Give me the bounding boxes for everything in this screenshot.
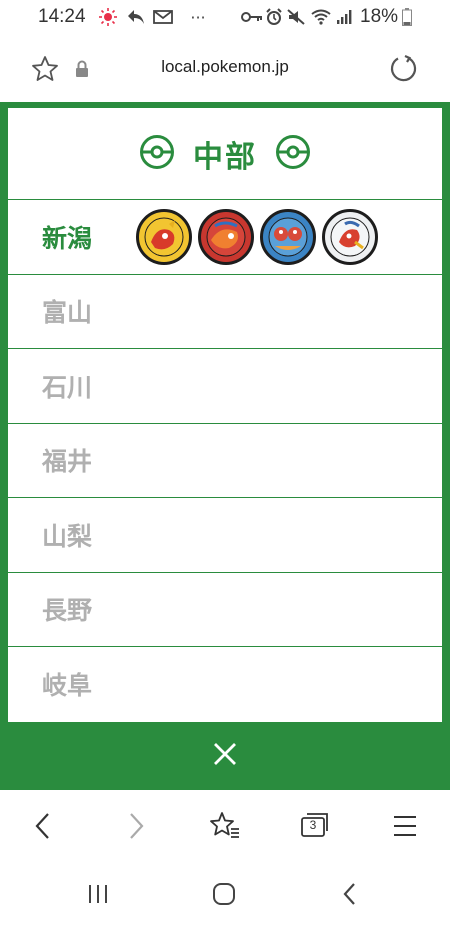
forward-button[interactable] <box>118 808 154 844</box>
prefecture-row-gifu[interactable]: 岐阜 <box>8 647 442 722</box>
notification-sun-icon <box>98 8 118 26</box>
recent-apps-button[interactable] <box>80 876 116 912</box>
prefecture-row-niigata[interactable]: 新潟 <box>8 200 442 275</box>
prefecture-name: 石川 <box>42 372 93 402</box>
mail-icon <box>152 8 174 26</box>
manhole-image[interactable] <box>198 208 254 265</box>
alarm-icon <box>264 8 284 26</box>
wifi-icon <box>310 8 332 26</box>
signal-icon <box>334 8 354 26</box>
status-time: 14:24 <box>38 6 86 27</box>
browser-toolbar: 3 <box>0 790 450 860</box>
tab-count: 3 <box>309 818 317 832</box>
tabs-button[interactable]: 3 <box>297 808 333 844</box>
prefecture-name: 新潟 <box>42 223 93 253</box>
prefecture-row-ishikawa[interactable]: 石川 <box>8 349 442 424</box>
more-icon: ··· <box>190 7 206 27</box>
pokeball-icon <box>139 134 175 174</box>
region-header: 中部 <box>8 108 442 200</box>
back-button[interactable] <box>25 808 61 844</box>
url-bar: local.pokemon.jp <box>0 36 450 102</box>
prefecture-name: 山梨 <box>42 521 93 551</box>
region-title: 中部 <box>193 139 257 175</box>
battery-percent: 18% <box>360 6 399 27</box>
pokeball-icon <box>275 134 311 174</box>
prefecture-row-nagano[interactable]: 長野 <box>8 573 442 647</box>
status-bar: 14:24 ··· 18% <box>0 0 450 36</box>
prefecture-name: 富山 <box>42 298 93 328</box>
url-text[interactable]: local.pokemon.jp <box>0 57 450 77</box>
bookmarks-button[interactable] <box>207 808 243 844</box>
battery-icon <box>400 8 414 26</box>
manhole-image[interactable] <box>136 208 192 265</box>
system-nav-bar <box>0 860 450 925</box>
region-panel: 中部 新潟 富山 石川 福井 山梨 長野 岐阜 <box>8 108 442 722</box>
prefecture-name: 福井 <box>42 447 93 477</box>
prefecture-name: 岐阜 <box>42 671 93 701</box>
manhole-list <box>136 208 378 265</box>
manhole-image[interactable] <box>260 208 316 265</box>
system-back-button[interactable] <box>332 876 368 912</box>
prefecture-name: 長野 <box>42 596 93 626</box>
menu-button[interactable] <box>387 808 423 844</box>
reload-icon[interactable] <box>388 53 420 85</box>
prefecture-row-fukui[interactable]: 福井 <box>8 424 442 498</box>
region-modal: 中部 新潟 富山 石川 福井 山梨 長野 岐阜 <box>0 102 450 790</box>
home-button[interactable] <box>206 876 242 912</box>
close-icon <box>212 741 238 771</box>
prefecture-row-toyama[interactable]: 富山 <box>8 275 442 349</box>
key-icon <box>240 8 264 26</box>
manhole-image[interactable] <box>322 208 378 265</box>
close-button[interactable] <box>0 722 450 790</box>
mute-icon <box>286 8 306 26</box>
reply-icon <box>126 8 146 26</box>
prefecture-row-yamanashi[interactable]: 山梨 <box>8 498 442 573</box>
